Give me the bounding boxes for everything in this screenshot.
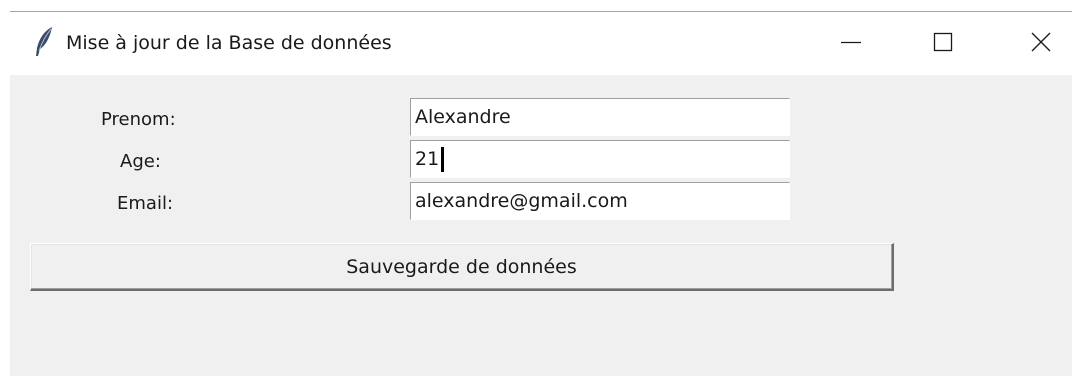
window-title: Mise à jour de la Base de données [66,32,392,54]
email-input[interactable] [410,182,790,220]
prenom-input[interactable] [410,98,790,136]
age-input[interactable] [410,140,790,178]
title-bar[interactable]: Mise à jour de la Base de données [10,12,1072,75]
maximize-button[interactable] [897,12,989,75]
save-button[interactable]: Sauvegarde de données [30,243,894,291]
prenom-label: Prenom: [101,109,176,130]
feather-icon [32,26,56,58]
maximize-icon [933,32,953,52]
minimize-icon [841,41,861,44]
age-label: Age: [120,151,161,172]
form-area: Prenom: Age: Email: Sauvegarde de donnée… [10,75,1072,376]
close-icon [1031,32,1051,52]
close-button[interactable] [989,12,1072,75]
text-cursor [441,147,444,172]
app-window: Mise à jour de la Base de données Prenom… [10,11,1072,376]
email-label: Email: [117,193,174,214]
minimize-button[interactable] [805,12,897,75]
